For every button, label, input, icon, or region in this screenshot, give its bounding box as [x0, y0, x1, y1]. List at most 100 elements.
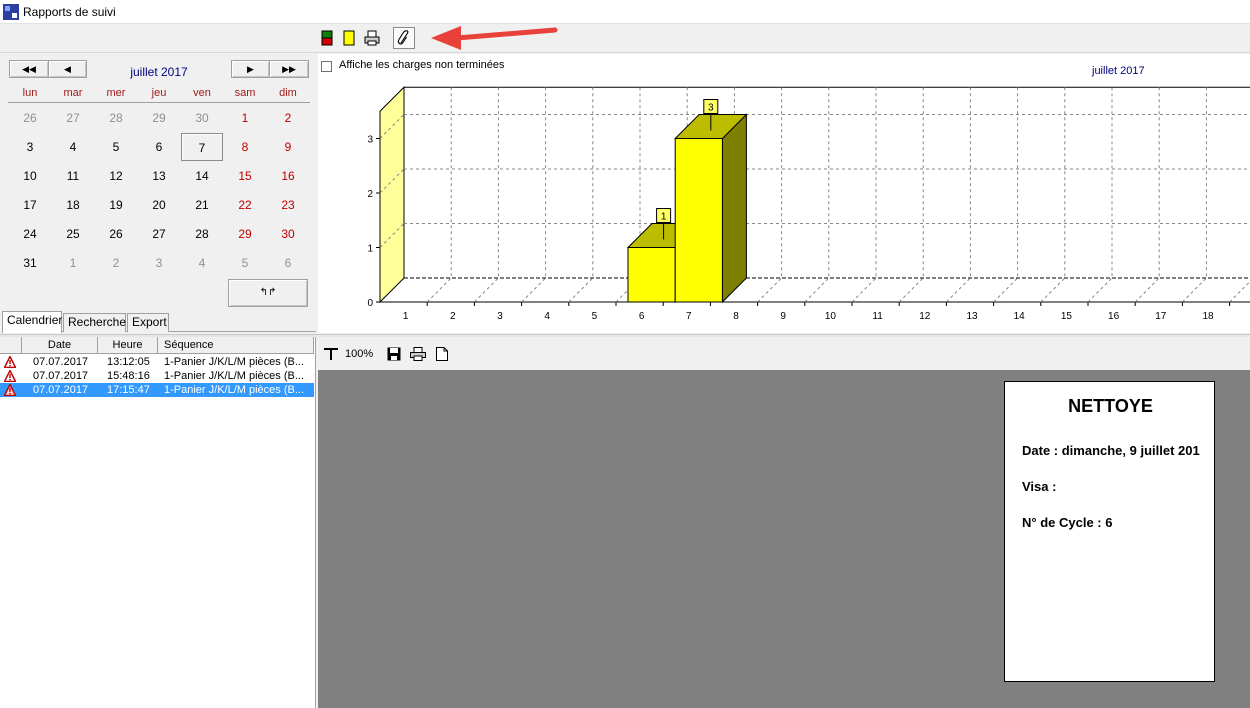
calendar-day[interactable]: 7 [181, 133, 223, 161]
calendar-day[interactable]: 2 [95, 249, 137, 277]
cycle-list: Date Heure Séquence 07.07.2017 13:12:05 1-… [0, 337, 316, 708]
calendar-day[interactable]: 29 [224, 220, 266, 248]
warning-icon [4, 384, 16, 396]
weekday-label: lun [22, 87, 38, 99]
tab-recherche[interactable]: Recherche [63, 313, 126, 332]
prev-year-button[interactable]: ◀◀ [9, 60, 49, 78]
chart-floor-gridline [1134, 277, 1160, 303]
zoom-icon[interactable] [324, 347, 340, 361]
chart-floor-gridline [946, 277, 971, 303]
calendar-day[interactable]: 14 [181, 162, 223, 190]
chart-x-tick-label: 4 [544, 311, 550, 322]
calendar-day[interactable]: 8 [224, 133, 266, 161]
calendar-day[interactable]: 27 [138, 220, 180, 248]
weekday-label: mar [63, 87, 83, 99]
column-header-heure[interactable]: Heure [98, 337, 158, 354]
calendar-day[interactable]: 4 [181, 249, 223, 277]
annotation-arrow [431, 26, 558, 50]
list-row[interactable]: 07.07.2017 13:12:05 1-Panier J/K/L/M pièce… [0, 355, 314, 369]
calendar-day[interactable]: 18 [52, 191, 94, 219]
calendar-day[interactable]: 31 [9, 249, 51, 277]
calendar-day[interactable]: 23 [267, 191, 309, 219]
chart-y-tick-label: 3 [367, 135, 373, 146]
red-green-chart-button[interactable] [317, 27, 337, 48]
calendar-day[interactable]: 4 [52, 133, 94, 161]
chart-side-wall [379, 86, 405, 304]
chart-month-label: juillet 2017 [1092, 65, 1145, 77]
calendar-day[interactable]: 5 [95, 133, 137, 161]
print-button[interactable] [362, 27, 382, 48]
window-title: Rapports de suivi [23, 5, 116, 19]
calendar-day[interactable]: 28 [181, 220, 223, 248]
show-unfinished-checkbox[interactable] [321, 61, 332, 72]
yellow-chart-button[interactable] [339, 27, 359, 48]
calendar-day[interactable]: 13 [138, 162, 180, 190]
calendar-day[interactable]: 12 [95, 162, 137, 190]
calendar-day[interactable]: 16 [267, 162, 309, 190]
calendar-day[interactable]: 15 [224, 162, 266, 190]
calendar-day[interactable]: 30 [181, 104, 223, 132]
row-sequence: 1-Panier J/K/L/M pièces (B... [164, 356, 304, 368]
zoom-level[interactable]: 100% [345, 348, 373, 360]
save-icon[interactable] [387, 347, 401, 361]
show-unfinished-label[interactable]: Affiche les charges non terminées [339, 59, 505, 71]
calendar-day[interactable]: 28 [95, 104, 137, 132]
today-button[interactable]: ↰↱ [228, 279, 308, 307]
calendar-day[interactable]: 2 [267, 104, 309, 132]
calendar-day[interactable]: 5 [224, 249, 266, 277]
prev-month-button[interactable]: ◀ [48, 60, 87, 78]
chart-floor-gridline [521, 277, 546, 303]
calendar-day[interactable]: 22 [224, 191, 266, 219]
chart-floor-gridline [851, 277, 877, 303]
column-header-icon[interactable] [0, 337, 22, 354]
calendar-day[interactable]: 3 [138, 249, 180, 277]
chart-floor-gridline [1229, 280, 1250, 303]
print-icon[interactable] [410, 347, 426, 361]
calendar-day[interactable]: 1 [224, 104, 266, 132]
calendar-month-label: juillet 2017 [130, 65, 188, 79]
chart-floor-gridline [804, 277, 830, 303]
calendar-day[interactable]: 6 [138, 133, 180, 161]
calendar-day[interactable]: 19 [95, 191, 137, 219]
next-year-button[interactable]: ▶▶ [269, 60, 309, 78]
calendar-day[interactable]: 27 [52, 104, 94, 132]
calendar-day[interactable]: 30 [267, 220, 309, 248]
chart-floor-gridline [757, 277, 782, 303]
next-month-button[interactable]: ▶ [231, 60, 270, 78]
calendar-day[interactable]: 9 [267, 133, 309, 161]
list-row[interactable]: 07.07.2017 17:15:47 1-Panier J/K/L/M pièce… [0, 383, 314, 397]
calendar-day[interactable]: 3 [9, 133, 51, 161]
chart-x-tick-label: 12 [919, 311, 931, 322]
chart-x-tick-label: 7 [686, 311, 692, 322]
calendar-day[interactable]: 20 [138, 191, 180, 219]
weekday-label: mer [106, 87, 126, 99]
calendar-day[interactable]: 24 [9, 220, 51, 248]
calendar-day[interactable]: 17 [9, 191, 51, 219]
paperclip-icon [397, 30, 409, 45]
tab-calendrier[interactable]: Calendrier [2, 311, 62, 333]
chart-x-tick-label: 15 [1061, 311, 1073, 322]
calendar-day[interactable]: 29 [138, 104, 180, 132]
report-visa: Visa : [1022, 479, 1057, 494]
calendar-day[interactable]: 26 [95, 220, 137, 248]
list-row[interactable]: 07.07.2017 15:48:16 1-Panier J/K/L/M pièce… [0, 369, 314, 383]
weekday-divider [8, 102, 310, 103]
calendar-day[interactable]: 6 [267, 249, 309, 277]
row-date: 07.07.2017 [33, 384, 89, 396]
calendar-day[interactable]: 21 [181, 191, 223, 219]
title-bar: Rapports de suivi [0, 0, 1250, 24]
calendar-day[interactable]: 1 [52, 249, 94, 277]
column-header-date[interactable]: Date [22, 337, 98, 354]
calendar-day[interactable]: 25 [52, 220, 94, 248]
calendar-day[interactable]: 10 [9, 162, 51, 190]
page-icon[interactable] [436, 347, 448, 361]
attach-button[interactable] [393, 27, 415, 49]
calendar-day[interactable]: 26 [9, 104, 51, 132]
warning-icon [4, 370, 16, 382]
list-header: Date Heure Séquence [0, 337, 314, 354]
chart-x-tick-label: 10 [825, 311, 837, 322]
chart-y-tick-label: 0 [367, 298, 373, 309]
column-header-sequence[interactable]: Séquence [158, 337, 314, 354]
tab-export[interactable]: Export [127, 313, 169, 332]
calendar-day[interactable]: 11 [52, 162, 94, 190]
